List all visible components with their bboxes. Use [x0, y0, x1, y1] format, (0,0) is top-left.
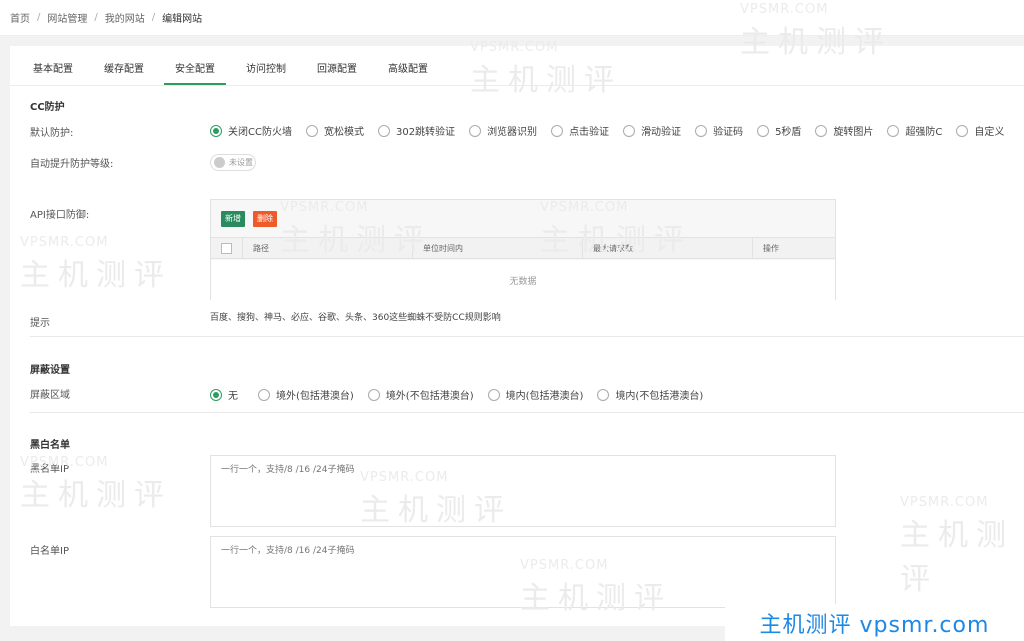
tab-security-config[interactable]: 安全配置	[164, 60, 226, 85]
radio-cc-off[interactable]: 关闭CC防火墙	[210, 123, 292, 138]
radio-dot	[956, 124, 969, 137]
select-all-cell	[211, 238, 243, 258]
radio-cc-rotate-image[interactable]: 旋转图片	[815, 123, 873, 138]
column-header-path: 路径	[243, 238, 413, 258]
tab-advanced-config[interactable]: 高级配置	[377, 60, 439, 85]
radio-dot	[551, 124, 564, 137]
shield-region-radio-group: 无 境外(包括港澳台) 境外(不包括港澳台) 境内(包括港澳台) 境内(不包括港…	[210, 387, 717, 402]
radio-cc-captcha[interactable]: 验证码	[695, 123, 743, 138]
column-header-max-requests: 最大请求数	[583, 238, 753, 258]
toggle-status: 未设置	[229, 158, 253, 167]
tip-text: 百度、搜狗、神马、必应、谷歌、头条、360这些蜘蛛不受防CC规则影响	[210, 313, 501, 323]
breadcrumb-separator: /	[151, 12, 156, 23]
blackwhite-section-title: 黑白名单	[30, 440, 70, 451]
breadcrumb-home[interactable]: 首页	[10, 10, 30, 25]
edit-site-panel: 基本配置 缓存配置 安全配置 访问控制 回源配置 高级配置 CC防护 默认防护:…	[10, 46, 1024, 626]
toggle-knob	[214, 157, 225, 168]
radio-dot	[305, 124, 318, 137]
tab-bar: 基本配置 缓存配置 安全配置 访问控制 回源配置 高级配置	[10, 46, 1024, 86]
radio-dot	[757, 124, 770, 137]
tab-access-control[interactable]: 访问控制	[235, 60, 297, 85]
column-header-unit-time: 单位时间内	[413, 238, 583, 258]
tab-basic-config[interactable]: 基本配置	[22, 60, 84, 85]
radio-region-overseas-excl-hk[interactable]: 境外(不包括港澳台)	[367, 387, 474, 402]
breadcrumb-edit-site: 编辑网站	[162, 14, 203, 25]
auto-raise-level-label: 自动提升防护等级:	[30, 159, 114, 170]
radio-cc-super[interactable]: 超强防C	[887, 123, 942, 138]
table-empty-state: 无数据	[211, 260, 835, 300]
radio-cc-browser-detect[interactable]: 浏览器识别	[469, 123, 537, 138]
divider	[30, 412, 1024, 413]
blacklist-ip-label: 黑名单IP	[30, 464, 69, 475]
divider	[30, 336, 1024, 337]
add-button[interactable]: 新增	[221, 211, 245, 227]
radio-cc-302-redirect[interactable]: 302跳转验证	[377, 123, 455, 138]
radio-cc-click-verify[interactable]: 点击验证	[551, 123, 609, 138]
blacklist-ip-textarea[interactable]	[210, 455, 836, 527]
whitelist-ip-label: 白名单IP	[30, 546, 69, 557]
table-header: 路径 单位时间内 最大请求数 操作	[211, 237, 835, 259]
tip-label: 提示	[30, 318, 50, 329]
radio-dot	[597, 388, 610, 401]
api-defense-label: API接口防御:	[30, 210, 90, 221]
radio-dot	[367, 388, 380, 401]
radio-dot	[377, 124, 390, 137]
shield-region-label: 屏蔽区域	[30, 390, 70, 401]
radio-cc-custom[interactable]: 自定义	[956, 123, 1004, 138]
radio-dot	[695, 124, 708, 137]
column-header-actions: 操作	[763, 243, 779, 253]
cc-mode-radio-group: 关闭CC防火墙 宽松模式 302跳转验证 浏览器识别 点击验证 滑动验证 验证码…	[210, 123, 1018, 138]
breadcrumb-separator: /	[37, 12, 41, 23]
select-all-checkbox[interactable]	[221, 242, 232, 254]
api-defense-table: 新增 删除 路径 单位时间内 最大请求数 操作 无数据	[210, 199, 836, 300]
auto-raise-level-toggle[interactable]: 未设置	[210, 154, 256, 171]
radio-dot	[815, 124, 828, 137]
radio-region-domestic-incl-hk[interactable]: 境内(包括港澳台)	[487, 387, 583, 402]
radio-dot	[887, 124, 900, 137]
radio-cc-slide-verify[interactable]: 滑动验证	[623, 123, 681, 138]
delete-button[interactable]: 删除	[253, 211, 277, 227]
cc-section-title: CC防护	[30, 102, 65, 113]
breadcrumb-separator: /	[94, 12, 98, 23]
radio-cc-loose[interactable]: 宽松模式	[305, 123, 364, 138]
whitelist-ip-textarea[interactable]	[210, 536, 836, 608]
radio-cc-5s-shield[interactable]: 5秒盾	[757, 123, 801, 138]
radio-region-overseas-incl-hk[interactable]: 境外(包括港澳台)	[258, 387, 354, 402]
footer-watermark-text: 主机测评 vpsmr.com	[759, 612, 990, 638]
radio-dot	[258, 388, 270, 401]
tab-cache-config[interactable]: 缓存配置	[93, 60, 155, 85]
radio-dot	[469, 124, 482, 137]
default-protection-label: 默认防护:	[30, 128, 74, 139]
shield-section-title: 屏蔽设置	[30, 365, 70, 376]
radio-region-none[interactable]: 无	[210, 387, 238, 402]
radio-dot	[623, 124, 636, 137]
radio-dot	[210, 124, 222, 137]
breadcrumb: 首页 / 网站管理 / 我的网站 / 编辑网站	[0, 0, 1024, 36]
breadcrumb-my-sites[interactable]: 我的网站	[105, 10, 145, 25]
radio-dot	[487, 388, 500, 401]
breadcrumb-site-management[interactable]: 网站管理	[47, 10, 87, 25]
radio-dot	[210, 388, 222, 401]
radio-region-domestic-excl-hk[interactable]: 境内(不包括港澳台)	[597, 387, 703, 402]
tab-origin-config[interactable]: 回源配置	[306, 60, 368, 85]
footer-watermark: 主机测评 vpsmr.com	[725, 604, 1024, 641]
